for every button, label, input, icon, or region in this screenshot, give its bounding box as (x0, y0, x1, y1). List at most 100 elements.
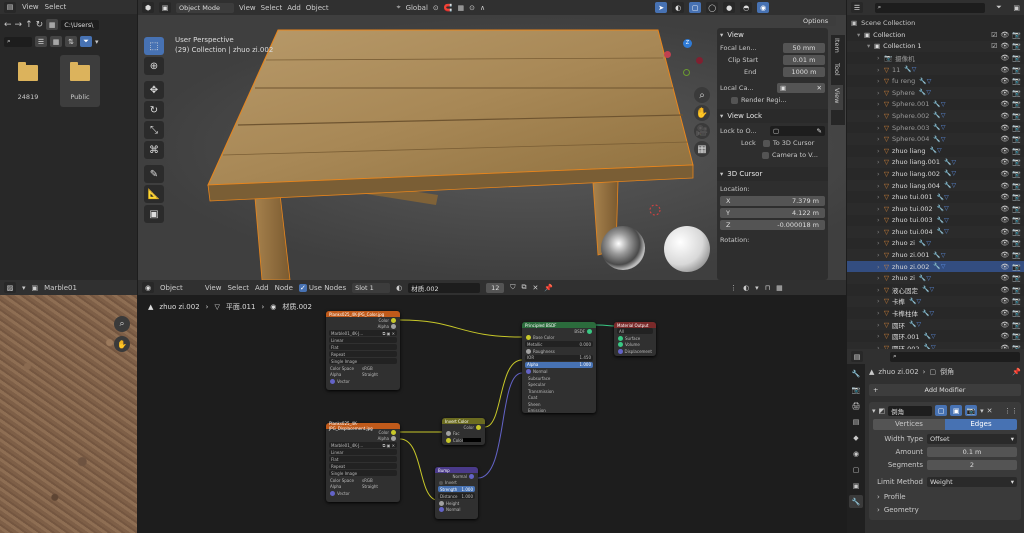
image-browse-icon[interactable]: ▣ (32, 284, 39, 292)
render-camera-icon[interactable]: 📷 (1012, 112, 1021, 120)
modifier-menu-icon[interactable]: ▾ (980, 407, 984, 415)
mode-dropdown[interactable]: Object Mode (176, 2, 234, 13)
metallic-field[interactable]: Metallic 0.000 (525, 341, 593, 347)
projection-dropdown[interactable]: Flat (329, 456, 397, 462)
proportional-icon[interactable]: ⊙ (469, 4, 475, 12)
eye-icon[interactable]: 👁 (1000, 135, 1009, 143)
cursor-y-field[interactable]: Y 4.122 m (720, 208, 825, 218)
modifier-wrench-icon[interactable]: 🔧▽ (933, 252, 945, 259)
clip-start-field[interactable]: 0.01 m (783, 55, 825, 65)
chevron-down-icon[interactable]: ▾ (872, 407, 876, 415)
local-camera-field[interactable]: ▣ ✕ (777, 83, 825, 93)
socket-vector[interactable] (330, 490, 335, 496)
back-arrow-icon[interactable]: ← (4, 20, 12, 30)
chevron-right-icon[interactable]: › (877, 205, 884, 213)
socket-color-in[interactable] (446, 437, 451, 443)
eye-icon[interactable]: 👁 (1000, 158, 1009, 166)
rendered-shading-icon[interactable]: ◉ (757, 2, 770, 13)
tab-edges[interactable]: Edges (945, 419, 1017, 430)
chevron-right-icon[interactable]: › (877, 158, 884, 166)
chevron-right-icon[interactable]: › (877, 54, 884, 62)
socket-fac[interactable] (446, 431, 451, 437)
tab-vertices[interactable]: Vertices (873, 419, 945, 430)
gizmo-x-neg-axis[interactable] (664, 51, 671, 58)
outliner-row[interactable]: › ▽ 卡榫柱体 🔧▽ 👁 📷 (847, 307, 1024, 319)
wireframe-shading-icon[interactable]: ◯ (706, 2, 719, 13)
gizmo-x-axis[interactable] (696, 57, 703, 64)
modifier-wrench-icon[interactable]: 🔧▽ (922, 310, 934, 317)
render-camera-icon[interactable]: 📷 (1012, 100, 1021, 108)
eye-icon[interactable]: 👁 (1000, 170, 1009, 178)
transform-tool-icon[interactable]: ⌘ (144, 141, 164, 159)
render-camera-icon[interactable]: 📷 (1012, 170, 1021, 178)
chevron-right-icon[interactable]: › (877, 112, 884, 120)
editor-type-icon[interactable]: ▨ (4, 282, 16, 293)
distance-field[interactable]: Distance 1.000 (438, 493, 475, 499)
alpha-dropdown[interactable]: Straight (362, 484, 396, 489)
eye-icon[interactable]: 👁 (1000, 263, 1009, 271)
eye-icon[interactable]: 👁 (1000, 205, 1009, 213)
solid-shading-icon[interactable]: ● (723, 2, 736, 13)
ior-field[interactable]: IOR 1.450 (525, 354, 593, 361)
outliner-row[interactable]: › ▽ zhuo liang.004 🔧▽ 👁 📷 (847, 179, 1024, 192)
transform-orientation-icon[interactable]: ⌖ (397, 3, 401, 12)
view-layer-tab-icon[interactable]: ▤ (849, 415, 863, 428)
render-camera-icon[interactable]: 📷 (1012, 297, 1021, 305)
principled-bsdf-node[interactable]: Principled BSDF BSDF Base Color Metallic… (522, 322, 596, 413)
render-camera-icon[interactable]: 📷 (1012, 135, 1021, 143)
modifier-wrench-icon[interactable]: 🔧▽ (937, 217, 949, 224)
modifier-wrench-icon[interactable]: 🔧▽ (923, 333, 935, 340)
search-field[interactable]: ⌕ (4, 36, 32, 47)
lock-cursor-checkbox[interactable] (762, 139, 770, 147)
render-camera-icon[interactable]: 📷 (1012, 89, 1021, 97)
modifier-wrench-icon[interactable]: 🔧▽ (933, 112, 945, 119)
outliner-row[interactable]: › ▽ fu reng 🔧▽ 👁 📷 (847, 75, 1024, 87)
rotate-tool-icon[interactable]: ↻ (144, 101, 164, 119)
socket-color-out[interactable] (476, 424, 481, 430)
new-collection-icon[interactable]: ▣ (1013, 4, 1020, 12)
object-tab-icon[interactable]: ▣ (849, 479, 863, 492)
properties-search[interactable]: ⌕ (890, 351, 1020, 362)
socket-color[interactable] (391, 317, 396, 323)
material-shading-icon[interactable]: ◓ (740, 2, 753, 13)
outliner-row[interactable]: › ▽ zhuo tui.003 🔧▽ 👁 📷 (847, 215, 1024, 227)
exclude-checkbox[interactable]: ☑ (991, 42, 997, 50)
invert-color-node[interactable]: Invert Color Color Fac Color (442, 418, 485, 445)
modifier-wrench-icon[interactable]: 🔧▽ (919, 78, 931, 85)
alpha-field[interactable]: Alpha 1.000 (525, 361, 593, 368)
render-camera-icon[interactable]: 📷 (1012, 66, 1021, 74)
tab-item[interactable]: Item (831, 35, 843, 60)
modifier-wrench-icon[interactable]: 🔧▽ (944, 159, 956, 166)
modifier-wrench-icon[interactable]: 🔧▽ (930, 147, 942, 154)
modifier-wrench-icon[interactable]: 🔧▽ (937, 194, 949, 201)
zoom-icon[interactable]: ⌕ (694, 87, 710, 103)
pivot-icon[interactable]: ⊙ (433, 4, 439, 12)
eye-icon[interactable]: 👁 (1000, 89, 1009, 97)
path-field[interactable]: C:\Users\ (61, 19, 100, 30)
image-field[interactable]: Marble01_4K-J... ⧉ ▣ ✕ (329, 442, 397, 448)
eye-icon[interactable]: 👁 (1000, 309, 1009, 317)
chevron-right-icon[interactable]: › (877, 297, 884, 305)
socket-volume[interactable] (618, 342, 623, 348)
render-toggle-icon[interactable]: 📷 (965, 405, 978, 416)
outliner-row[interactable]: › ▽ zhuo zi 🔧▽ 👁 📷 (847, 272, 1024, 285)
strength-field[interactable]: Strength 1.000 (438, 486, 475, 492)
socket-color[interactable] (391, 429, 396, 435)
chevron-right-icon[interactable]: › (877, 216, 884, 224)
render-camera-icon[interactable]: 📷 (1012, 228, 1021, 236)
editor-type-icon[interactable]: ☰ (851, 2, 863, 13)
menu-object[interactable]: Object (306, 4, 329, 12)
modifier-wrench-icon[interactable]: 🔧▽ (944, 182, 956, 189)
extension-dropdown[interactable]: Repeat (329, 351, 397, 357)
modifier-wrench-icon[interactable]: 🔧▽ (933, 124, 945, 131)
menu-select[interactable]: Select (261, 4, 283, 12)
socket-vector[interactable] (330, 378, 335, 384)
annotate-tool-icon[interactable]: ✎ (144, 165, 164, 183)
modifier-name-field[interactable]: 倒角 (888, 405, 933, 416)
chevron-right-icon[interactable]: › (877, 286, 884, 294)
extension-dropdown[interactable]: Repeat (329, 463, 397, 469)
drag-handle-icon[interactable]: ⋮⋮ (1004, 407, 1018, 415)
chevron-right-icon[interactable]: › (877, 100, 884, 108)
orientation-dropdown[interactable]: Global (406, 4, 428, 12)
collection-tab-icon[interactable]: ▢ (849, 463, 863, 476)
